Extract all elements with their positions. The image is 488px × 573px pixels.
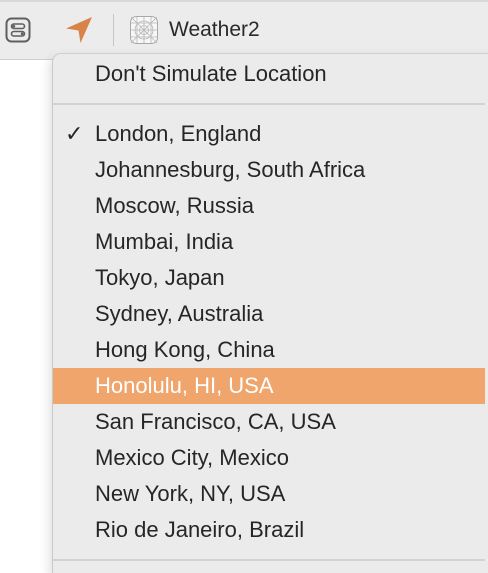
menu-item-sydney[interactable]: Sydney, Australia bbox=[53, 296, 485, 332]
menu-item-johannesburg[interactable]: Johannesburg, South Africa bbox=[53, 152, 485, 188]
menu-separator bbox=[53, 103, 485, 105]
menu-item-honolulu[interactable]: Honolulu, HI, USA bbox=[53, 368, 485, 404]
menu-item-dont-simulate-location[interactable]: Don't Simulate Location bbox=[53, 56, 485, 92]
menu-item-hong-kong[interactable]: Hong Kong, China bbox=[53, 332, 485, 368]
menu-item-new-york[interactable]: New York, NY, USA bbox=[53, 476, 485, 512]
location-arrow-icon[interactable] bbox=[62, 13, 96, 47]
toolbar: Weather2 bbox=[0, 0, 488, 60]
menu-item-mumbai[interactable]: Mumbai, India bbox=[53, 224, 485, 260]
menu-separator-bottom bbox=[53, 559, 485, 561]
checkmark-icon: ✓ bbox=[65, 121, 84, 146]
project-name[interactable]: Weather2 bbox=[169, 17, 260, 43]
toolbar-top-border bbox=[0, 0, 488, 2]
menu-item-mexico-city[interactable]: Mexico City, Mexico bbox=[53, 440, 485, 476]
app-icon[interactable] bbox=[129, 15, 159, 45]
menu-item-san-francisco[interactable]: San Francisco, CA, USA bbox=[53, 404, 485, 440]
menu-item-rio-de-janeiro[interactable]: Rio de Janeiro, Brazil bbox=[53, 512, 485, 548]
toggle-list-icon[interactable] bbox=[2, 14, 34, 46]
menu-item-tokyo[interactable]: Tokyo, Japan bbox=[53, 260, 485, 296]
menu-item-label: London, England bbox=[95, 121, 262, 146]
toolbar-divider bbox=[113, 14, 114, 46]
menu-item-london[interactable]: ✓ London, England bbox=[53, 116, 485, 152]
simulate-location-menu: Don't Simulate Location ✓ London, Englan… bbox=[52, 53, 488, 573]
menu-item-moscow[interactable]: Moscow, Russia bbox=[53, 188, 485, 224]
